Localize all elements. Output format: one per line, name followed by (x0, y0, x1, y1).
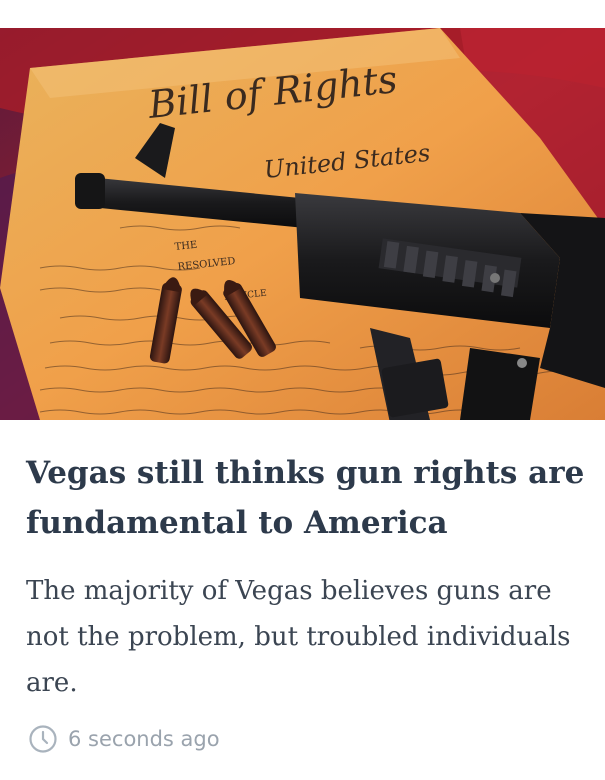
top-spacer (0, 0, 605, 28)
article-hero-image[interactable]: Bill of Rights United States THE RESOLVE… (0, 28, 605, 420)
article-timestamp: 6 seconds ago (68, 727, 220, 751)
hero-photo: Bill of Rights United States THE RESOLVE… (0, 28, 605, 420)
article-summary: The majority of Vegas believes guns are … (26, 576, 571, 698)
article-headline[interactable]: Vegas still thinks gun rights are fundam… (26, 448, 586, 548)
article-meta: 6 seconds ago (28, 722, 220, 756)
clock-icon (29, 725, 57, 753)
